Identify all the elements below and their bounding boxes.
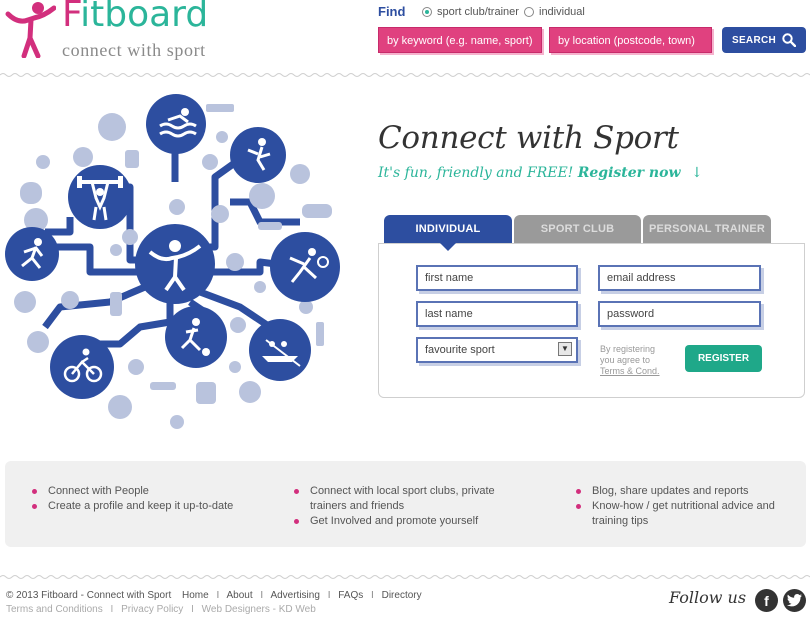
footer-divider — [0, 575, 810, 579]
radio-label: sport club/trainer — [437, 6, 519, 18]
active-tab-pointer — [440, 243, 456, 251]
follow-us-label: Follow us — [669, 588, 747, 607]
sports-network-illustration — [5, 94, 340, 429]
logo-letter-f: F — [62, 0, 81, 35]
header-divider — [0, 73, 810, 77]
location-search-input[interactable]: by location (postcode, town) — [549, 27, 712, 53]
terms-line: you agree to — [600, 355, 651, 365]
feature-item: Blog, share updates and reports — [576, 484, 776, 499]
footer-separator: I — [371, 590, 374, 601]
email-field[interactable]: email address — [598, 265, 761, 291]
facebook-icon[interactable]: f — [755, 589, 778, 612]
radio-unselected-icon — [524, 7, 534, 17]
terms-notice: By registering you agree to Terms & Cond… — [600, 344, 680, 377]
chevron-down-icon[interactable]: ▼ — [558, 342, 572, 356]
logo-letters: itboard — [80, 0, 209, 35]
logo-wordmark[interactable]: Fitboard — [62, 0, 208, 35]
tab-personal-trainer[interactable]: PERSONAL TRAINER — [643, 215, 771, 243]
footer-secondary: Terms and Conditions I Privacy Policy I … — [6, 604, 316, 615]
search-button[interactable]: SEARCH — [722, 27, 806, 53]
hero-headline: Connect with Sport — [378, 120, 679, 156]
features-column-people: Connect with People Create a profile and… — [32, 484, 252, 514]
hero-subline-text: It's fun, friendly and FREE! — [378, 165, 574, 181]
feature-item: Get Involved and promote yourself — [294, 514, 534, 529]
logo-tagline: connect with sport — [62, 40, 206, 60]
footer-link-privacy[interactable]: Privacy Policy — [121, 604, 183, 615]
feature-item: Connect with local sport clubs, private … — [294, 484, 534, 514]
footer-separator: I — [327, 590, 331, 601]
password-field[interactable]: password — [598, 301, 761, 327]
favourite-sport-select[interactable]: favourite sport ▼ — [416, 337, 578, 363]
favourite-sport-value: favourite sport — [425, 344, 495, 356]
logo-figure-icon — [5, 2, 56, 58]
feature-item: Know-how / get nutritional advice and tr… — [576, 499, 776, 529]
register-now-link[interactable]: Register now — [578, 165, 681, 181]
tab-sport-club[interactable]: SPORT CLUB — [514, 215, 641, 243]
radio-sport-club-trainer[interactable]: sport club/trainer — [422, 5, 519, 19]
features-column-blog: Blog, share updates and reports Know-how… — [576, 484, 776, 529]
last-name-field[interactable]: last name — [416, 301, 578, 327]
find-label: Find — [378, 4, 406, 19]
footer-separator: I — [216, 590, 220, 601]
search-button-label: SEARCH — [731, 34, 777, 46]
first-name-field[interactable]: first name — [416, 265, 578, 291]
hero-subline: It's fun, friendly and FREE! Register no… — [378, 165, 703, 181]
twitter-bird-icon — [787, 594, 802, 607]
footer-link-directory[interactable]: Directory — [382, 590, 422, 601]
footer-separator: I — [191, 604, 194, 615]
radio-selected-icon — [422, 7, 432, 17]
twitter-icon[interactable] — [783, 589, 806, 612]
radio-label: individual — [539, 6, 585, 18]
footer-link-faqs[interactable]: FAQs — [338, 590, 363, 601]
footer-separator: I — [110, 604, 114, 615]
arrow-down-icon: ↓ — [690, 165, 703, 181]
footer-link-terms[interactable]: Terms and Conditions — [6, 604, 103, 615]
features-column-clubs: Connect with local sport clubs, private … — [294, 484, 534, 529]
feature-item: Connect with People — [32, 484, 252, 499]
footer-link-advertising[interactable]: Advertising — [270, 590, 319, 601]
terms-link[interactable]: Terms & Cond. — [600, 366, 660, 376]
footer-primary: © 2013 Fitboard - Connect with Sport Hom… — [6, 590, 422, 601]
footer-link-web-designers[interactable]: Web Designers - KD Web — [202, 604, 316, 615]
radio-individual[interactable]: individual — [524, 5, 585, 19]
keyword-search-input[interactable]: by keyword (e.g. name, sport) — [378, 27, 542, 53]
tab-individual[interactable]: INDIVIDUAL — [384, 215, 512, 243]
register-button[interactable]: REGISTER — [685, 345, 762, 372]
footer-link-home[interactable]: Home — [182, 590, 209, 601]
copyright: © 2013 Fitboard - Connect with Sport — [6, 590, 172, 601]
feature-item: Create a profile and keep it up-to-date — [32, 499, 252, 514]
search-icon — [782, 33, 797, 47]
footer-link-about[interactable]: About — [227, 590, 253, 601]
footer-separator: I — [260, 590, 264, 601]
terms-line: By registering — [600, 344, 656, 354]
